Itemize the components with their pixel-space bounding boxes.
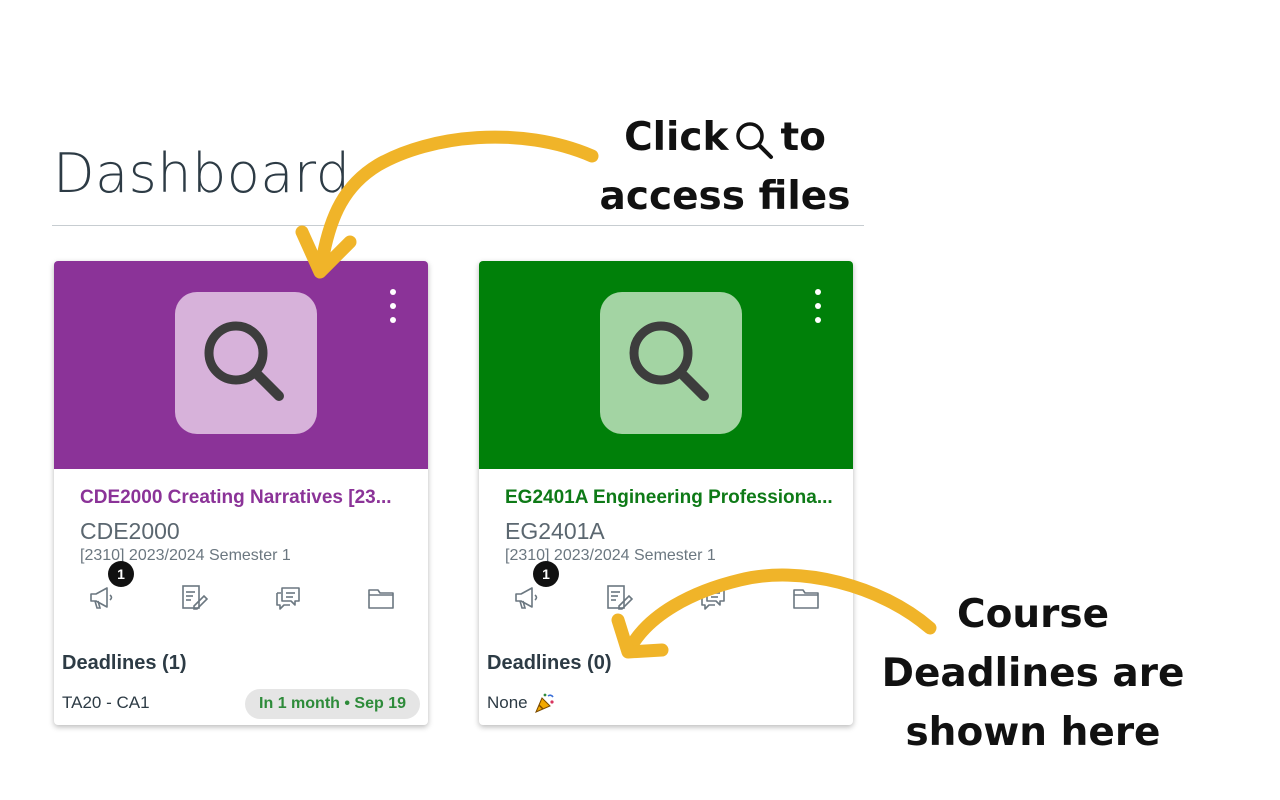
callout-line-3: shown here [905,710,1161,755]
announcement-count-badge: 1 [108,561,134,587]
deadlines-callout: Course Deadlines are shown here [880,585,1186,762]
deadlines-heading: Deadlines (1) [62,652,187,674]
no-deadlines-label: None [487,693,528,712]
course-card-header[interactable] [479,261,853,469]
search-icon [736,121,774,159]
files-button[interactable] [791,583,821,613]
files-access-callout: Click to access files [585,108,865,226]
announcements-button[interactable] [87,583,117,613]
course-card-cde2000[interactable]: CDE2000 Creating Narratives [23... CDE20… [54,261,428,725]
card-options-button[interactable] [813,289,823,323]
announcements-button[interactable] [512,583,542,613]
party-popper-icon [534,693,554,713]
deadline-item-link[interactable]: TA20 - CA1 [62,693,150,713]
course-term: [2310] 2023/2024 Semester 1 [80,547,291,564]
files-button[interactable] [366,583,396,613]
course-code: EG2401A [505,518,605,544]
assignments-button[interactable] [604,583,634,613]
callout-click-text: Click [624,115,729,160]
search-icon [629,321,709,401]
discussions-icon [276,587,300,610]
course-card-header[interactable] [54,261,428,469]
course-code: CDE2000 [80,518,180,544]
folder-icon [793,589,819,609]
course-title-link[interactable]: CDE2000 Creating Narratives [23... [80,487,410,509]
course-app-tile[interactable] [600,292,742,434]
announcement-count-badge: 1 [533,561,559,587]
callout-line-1: Course [956,592,1110,637]
discussions-button[interactable] [273,583,303,613]
assignments-icon [607,585,633,610]
course-title-link[interactable]: EG2401A Engineering Professiona... [505,487,835,509]
search-icon [204,321,284,401]
callout-access-files-text: access files [599,174,851,219]
due-date-badge: In 1 month • Sep 19 [245,689,420,719]
page-title: Dashboard [53,142,351,205]
course-term: [2310] 2023/2024 Semester 1 [505,547,716,564]
discussions-icon [701,587,725,610]
assignments-icon [182,585,208,610]
deadlines-heading: Deadlines (0) [487,652,612,674]
announcements-icon [90,587,113,609]
callout-line-2: Deadlines are [881,651,1185,696]
no-deadlines-row: None [487,693,556,713]
assignments-button[interactable] [179,583,209,613]
discussions-button[interactable] [698,583,728,613]
announcements-icon [515,587,538,609]
card-options-button[interactable] [388,289,398,323]
course-card-eg2401a[interactable]: EG2401A Engineering Professiona... EG240… [479,261,853,725]
course-app-tile[interactable] [175,292,317,434]
folder-icon [368,589,394,609]
callout-to-text: to [780,115,826,160]
